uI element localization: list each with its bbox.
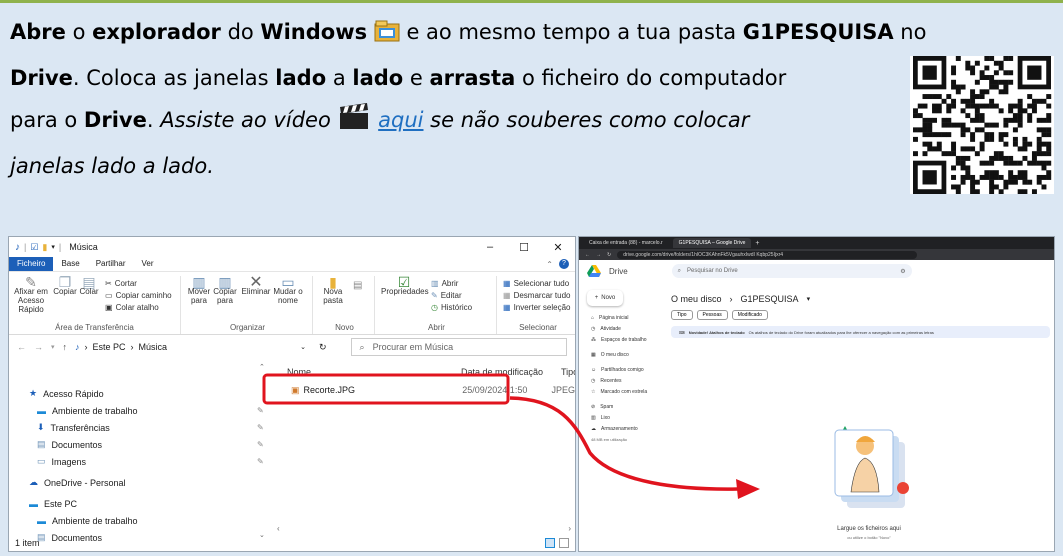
- annotation-overlay: [262, 373, 760, 499]
- drag-arrow: [509, 396, 739, 491]
- worksheet-frame: Abre o explorador do Windows e ao mesmo …: [0, 0, 1063, 556]
- file-highlight-box: [262, 373, 510, 405]
- drag-arrow-head: [736, 479, 760, 499]
